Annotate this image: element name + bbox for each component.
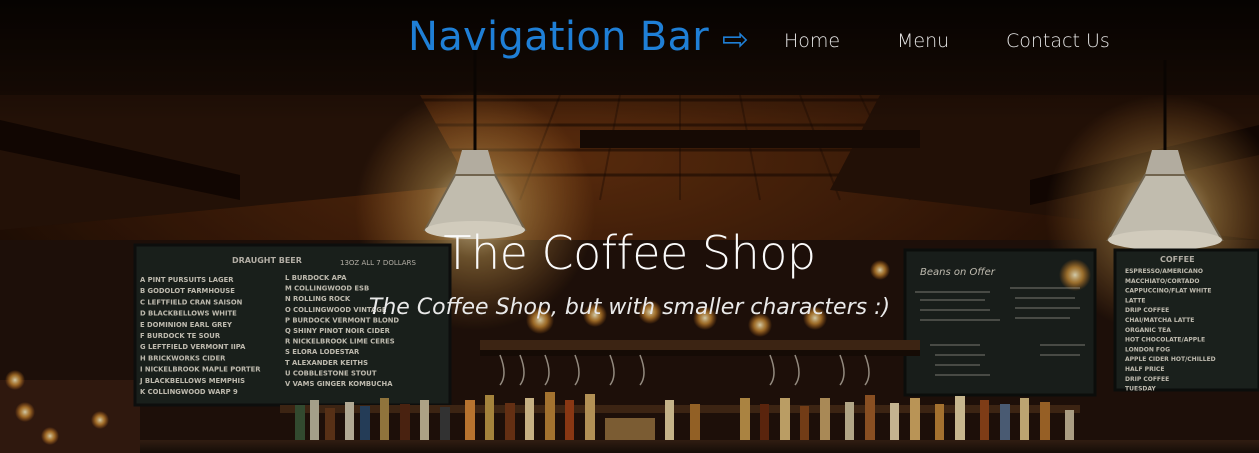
hero-title: The Coffee Shop (443, 226, 816, 280)
navigation-bar: Navigation Bar ⇨ Home Menu Contact Us (0, 0, 1259, 82)
brand-title[interactable]: Navigation Bar (408, 14, 709, 60)
arrow-right-icon: ⇨ (722, 20, 749, 58)
nav-link-menu[interactable]: Menu (897, 30, 949, 52)
nav-link-home[interactable]: Home (784, 30, 840, 52)
hero-subtitle: The Coffee Shop, but with smaller charac… (368, 295, 891, 320)
nav-link-contact-us[interactable]: Contact Us (1006, 30, 1110, 52)
